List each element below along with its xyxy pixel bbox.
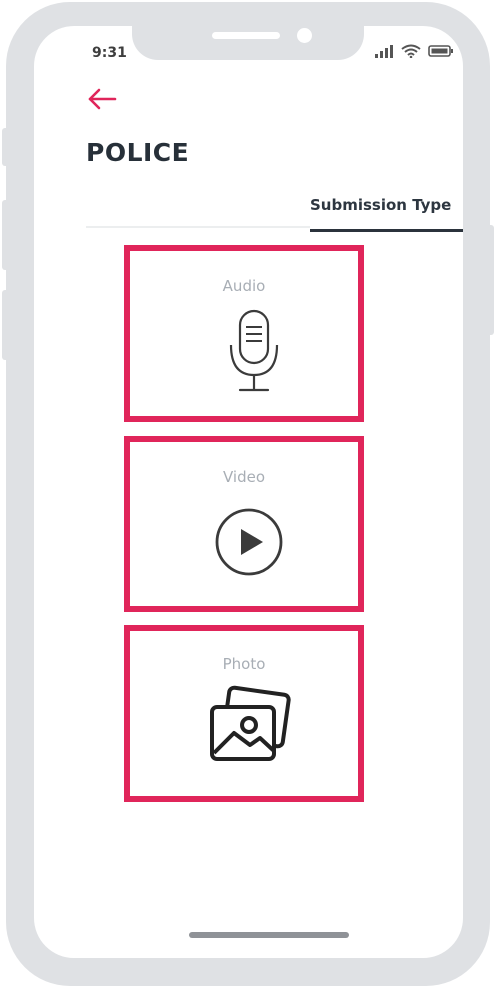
signal-icon bbox=[375, 45, 393, 58]
speaker-grille bbox=[212, 32, 280, 39]
battery-icon bbox=[428, 45, 453, 57]
audio-option-card[interactable]: Audio bbox=[124, 245, 364, 422]
tab-bar: Submission Type bbox=[86, 196, 463, 232]
photo-label: Photo bbox=[222, 655, 266, 673]
tab-submission-type[interactable]: Submission Type bbox=[310, 196, 463, 232]
volume-down-button bbox=[2, 290, 10, 360]
back-arrow-icon bbox=[88, 88, 117, 110]
status-time: 9:31 bbox=[92, 45, 127, 61]
tab-divider bbox=[86, 226, 310, 228]
photos-icon bbox=[210, 685, 291, 761]
power-button bbox=[486, 225, 494, 335]
front-camera bbox=[297, 28, 312, 43]
page-title: POLICE bbox=[86, 138, 190, 167]
volume-up-button bbox=[2, 200, 10, 270]
photo-option-card[interactable]: Photo bbox=[124, 625, 364, 802]
notch bbox=[132, 26, 364, 60]
home-indicator[interactable] bbox=[189, 932, 349, 938]
play-icon bbox=[215, 508, 283, 576]
mute-switch bbox=[2, 128, 10, 166]
video-label: Video bbox=[222, 468, 266, 486]
audio-label: Audio bbox=[222, 277, 266, 295]
tab-label: Submission Type bbox=[310, 196, 452, 214]
microphone-icon bbox=[229, 309, 279, 392]
wifi-icon bbox=[401, 44, 421, 58]
phone-screen: 9:31 POLICE Submission Type Audio Video … bbox=[34, 26, 463, 958]
back-button[interactable] bbox=[86, 86, 120, 112]
video-option-card[interactable]: Video bbox=[124, 436, 364, 612]
